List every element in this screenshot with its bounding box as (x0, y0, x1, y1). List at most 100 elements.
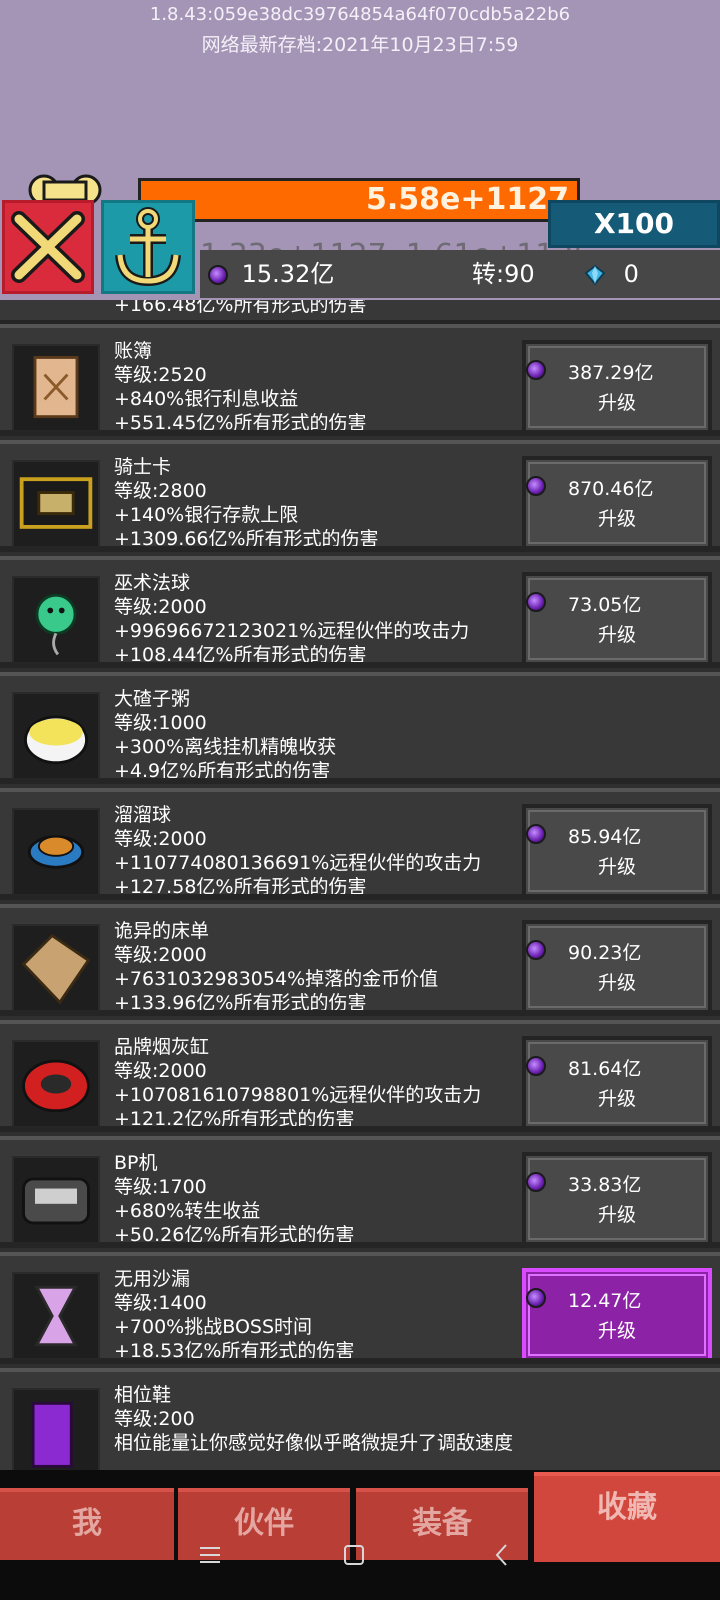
blue-diamond-icon (584, 264, 606, 286)
upgrade-cost: 85.94亿 (526, 822, 642, 849)
list-item: 大碴子粥 等级:1000 +300%离线挂机精魄收获 +4.9亿%所有形式的伤害 (0, 672, 720, 784)
item-name: 品牌烟灰缸 (114, 1036, 210, 1058)
item-name: 溜溜球 (114, 804, 172, 826)
item-name: 骑士卡 (114, 456, 172, 478)
item-thumbnail (12, 460, 100, 548)
item-thumbnail (12, 1156, 100, 1244)
resource-bar: 15.32亿 转:90 0 (200, 250, 720, 298)
upgrade-cost: 12.47亿 (526, 1286, 642, 1313)
item-effect1: 相位能量让你感觉好像似乎略微提升了调敌速度 (114, 1432, 514, 1454)
upgrade-label: 升级 (598, 508, 637, 530)
anchor-icon (115, 207, 181, 287)
item-name: 诡异的床单 (114, 920, 210, 942)
item-level: 等级:2000 (114, 596, 207, 618)
collection-list[interactable]: +166.48亿%所有形式的伤害 账簿 等级:2520 +840%银行利息收益 +55… (0, 300, 720, 1470)
anchor-button[interactable] (101, 200, 195, 294)
close-button[interactable] (2, 200, 94, 294)
item-name: 相位鞋 (114, 1384, 172, 1406)
crossed-bones-icon (11, 211, 85, 283)
upgrade-button[interactable]: 870.46亿升级 (522, 456, 712, 550)
item-effect1: +110774080136691%远程伙伴的攻击力 (114, 852, 482, 874)
purple-orb-icon (526, 940, 546, 960)
item-name: 巫术法球 (114, 572, 191, 594)
item-name: 大碴子粥 (114, 688, 191, 710)
upgrade-button[interactable]: 12.47亿升级 (522, 1268, 712, 1362)
upgrade-cost: 81.64亿 (526, 1054, 642, 1081)
purple-orb-icon (526, 1172, 546, 1192)
purple-orb-icon (526, 824, 546, 844)
upgrade-cost-value: 33.83亿 (568, 1174, 642, 1196)
upgrade-cost-value: 90.23亿 (568, 942, 642, 964)
bottom-nav: 我 伙伴 装备 收藏 (0, 1470, 720, 1600)
item-effect1: +300%离线挂机精魄收获 (114, 736, 337, 758)
upgrade-cost-value: 81.64亿 (568, 1058, 642, 1080)
upgrade-button[interactable]: 73.05亿 升级 (522, 572, 712, 666)
item-level: 等级:2800 (114, 480, 207, 502)
item-level: 等级:1400 (114, 1292, 207, 1314)
item-level: 等级:1000 (114, 712, 207, 734)
item-thumbnail (12, 1040, 100, 1128)
back-chevron-icon[interactable] (490, 1540, 514, 1570)
list-item: 诡异的床单 等级:2000 +7631032983054%掉落的金币价值 +133.9… (0, 904, 720, 1016)
item-level: 等级:2000 (114, 1060, 207, 1082)
tab-me[interactable]: 我 (0, 1488, 174, 1560)
item-thumbnail (12, 692, 100, 780)
upgrade-button[interactable]: 85.94亿升级 (522, 804, 712, 898)
item-level: 等级:1700 (114, 1176, 207, 1198)
list-item: BP机 等级:1700 +680%转生收益 +50.26亿%所有形式的伤害 33.83亿… (0, 1136, 720, 1248)
tab-collection[interactable]: 收藏 (534, 1472, 720, 1562)
souls-counter: 15.32亿 (208, 250, 334, 298)
version-text: 1.8.43:059e38dc39764854a64f070cdb5a22b6 (149, 4, 571, 25)
multiplier-button[interactable]: X100 (548, 200, 720, 248)
rebirth-counter: 转:90 (472, 260, 535, 288)
home-square-icon[interactable] (342, 1540, 366, 1570)
upgrade-cost: 33.83亿 (526, 1170, 642, 1197)
item-effect1: +840%银行利息收益 (114, 388, 299, 410)
purple-orb-icon (526, 1056, 546, 1076)
upgrade-cost-value: 12.47亿 (568, 1290, 642, 1312)
upgrade-button[interactable]: 90.23亿 升级 (522, 920, 712, 1014)
item-name: 无用沙漏 (114, 1268, 191, 1290)
item-effect1: +140%银行存款上限 (114, 504, 299, 526)
upgrade-label: 升级 (598, 1320, 637, 1342)
item-name: 账簿 (114, 340, 153, 362)
purple-orb-icon (526, 1288, 546, 1308)
save-time-text: 网络最新存档:2021年10月23日7:59 (201, 34, 519, 56)
item-thumbnail (12, 924, 100, 1012)
item-thumbnail (12, 1272, 100, 1360)
upgrade-cost: 90.23亿 (526, 938, 642, 965)
item-level: 等级:2000 (114, 828, 207, 850)
menu-icon[interactable] (198, 1540, 222, 1570)
upgrade-cost-value: 387.29亿 (568, 362, 654, 384)
upgrade-cost-value: 85.94亿 (568, 826, 642, 848)
upgrade-cost: 387.29亿 (526, 358, 654, 385)
item-name: BP机 (114, 1152, 158, 1174)
upgrade-button[interactable]: 387.29亿升级 (522, 340, 712, 434)
item-level: 等级:200 (114, 1408, 195, 1430)
list-item: 账簿 等级:2520 +840%银行利息收益 +551.45亿%所有形式的伤害 387.… (0, 324, 720, 436)
list-item: 骑士卡 等级:2800 +140%银行存款上限 +1309.66亿%所有形式的伤害 87… (0, 440, 720, 552)
item-thumbnail (12, 808, 100, 896)
list-item: 无用沙漏 等级:1400 +700%挑战BOSS时间 +18.53亿%所有形式的伤害 1… (0, 1252, 720, 1364)
purple-orb-icon (208, 265, 228, 285)
item-thumbnail (12, 344, 100, 432)
upgrade-label: 升级 (598, 392, 637, 414)
gems-counter: 0 (584, 250, 639, 298)
upgrade-button[interactable]: 33.83亿升级 (522, 1152, 712, 1246)
upgrade-label: 升级 (598, 1204, 637, 1226)
damage-value: 5.58e+1127 (366, 182, 569, 217)
list-item: 品牌烟灰缸 等级:2000 +107081610798801%远程伙伴的攻击力 +12… (0, 1020, 720, 1132)
upgrade-button[interactable]: 81.64亿 升级 (522, 1036, 712, 1130)
damage-bar: 5.58e+1127 (138, 178, 580, 222)
item-effect1: +99696672123021%远程伙伴的攻击力 (114, 620, 470, 642)
upgrade-cost: 73.05亿 (526, 590, 642, 617)
upgrade-cost-value: 73.05亿 (568, 594, 642, 616)
purple-orb-icon (526, 360, 546, 380)
purple-orb-icon (526, 592, 546, 612)
upgrade-label: 升级 (598, 856, 637, 878)
partial-row-top: +166.48亿%所有形式的伤害 (0, 300, 720, 326)
list-item: 相位鞋 等级:200 相位能量让你感觉好像似乎略微提升了调敌速度 (0, 1368, 720, 1470)
souls-value: 15.32亿 (241, 260, 335, 288)
list-item: 巫术法球 等级:2000 +99696672123021%远程伙伴的攻击力 +108.… (0, 556, 720, 668)
upgrade-cost: 870.46亿 (526, 474, 653, 501)
